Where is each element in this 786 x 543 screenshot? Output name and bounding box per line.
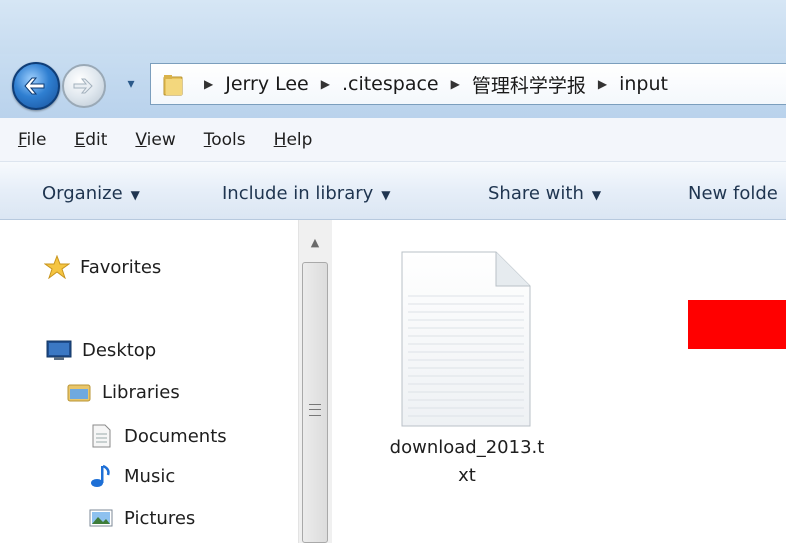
new-folder-button[interactable]: New folde: [688, 183, 778, 204]
dropdown-arrow-icon: ▼: [381, 188, 391, 202]
nav-item-favorites[interactable]: Favorites: [44, 255, 161, 279]
back-arrow-icon: [24, 77, 45, 95]
file-name-label[interactable]: download_2013.t xt: [364, 434, 570, 490]
nav-item-desktop[interactable]: Desktop: [46, 338, 156, 362]
dropdown-arrow-icon: ▼: [591, 188, 602, 202]
text-file-icon[interactable]: [400, 250, 532, 428]
nav-item-libraries[interactable]: Libraries: [66, 380, 180, 404]
redaction-box: [688, 300, 786, 349]
document-icon: [92, 424, 111, 448]
forward-arrow-icon: [73, 78, 93, 94]
nav-item-documents[interactable]: Documents: [88, 424, 227, 448]
breadcrumb-separator-icon[interactable]: ▶: [204, 77, 213, 91]
recent-pages-dropdown[interactable]: ▾: [124, 77, 138, 91]
dropdown-arrow-icon: ▼: [130, 188, 140, 202]
breadcrumb-separator-icon[interactable]: ▶: [451, 77, 460, 91]
share-with-button[interactable]: Share with ▼: [488, 183, 601, 204]
breadcrumb: ▶ Jerry Lee ▶ .citespace ▶ 管理科学学报 ▶ inpu…: [196, 63, 668, 105]
libraries-icon: [67, 384, 91, 402]
breadcrumb-item-input[interactable]: input: [619, 73, 668, 95]
window-title-area: [0, 0, 786, 54]
forward-button[interactable]: [62, 64, 106, 108]
breadcrumb-item-citespace[interactable]: .citespace: [342, 73, 439, 95]
scroll-up-arrow-icon[interactable]: ▲: [298, 232, 332, 254]
include-in-library-button[interactable]: Include in library ▼: [222, 183, 391, 204]
music-icon: [91, 464, 110, 487]
menu-file[interactable]: File: [18, 130, 46, 150]
breadcrumb-separator-icon[interactable]: ▶: [321, 77, 330, 91]
breadcrumb-separator-icon[interactable]: ▶: [598, 77, 607, 91]
nav-item-pictures[interactable]: Pictures: [88, 506, 195, 530]
scrollbar-thumb[interactable]: [302, 262, 328, 543]
menu-bar: File Edit View Tools Help: [0, 118, 786, 162]
menu-edit[interactable]: Edit: [74, 130, 107, 150]
back-button[interactable]: [12, 62, 60, 110]
menu-view[interactable]: View: [135, 130, 175, 150]
star-icon: [44, 255, 70, 279]
folder-icon: [163, 75, 183, 96]
desktop-icon: [46, 340, 72, 360]
organize-button[interactable]: Organize ▼: [42, 183, 140, 204]
breadcrumb-item-journal[interactable]: 管理科学学报: [472, 71, 586, 98]
nav-item-music[interactable]: Music: [88, 464, 175, 488]
pictures-icon: [89, 509, 113, 527]
menu-help[interactable]: Help: [274, 130, 313, 150]
scrollbar-grip-icon: [309, 404, 321, 416]
menu-tools[interactable]: Tools: [204, 130, 246, 150]
breadcrumb-item-jerry-lee[interactable]: Jerry Lee: [225, 73, 309, 95]
